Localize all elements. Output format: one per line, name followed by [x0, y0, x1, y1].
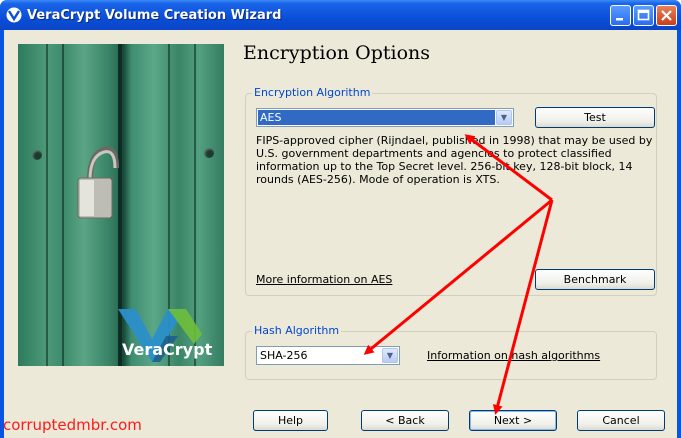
hash-info-link[interactable]: Information on hash algorithms: [427, 349, 600, 362]
hash-algorithm-value: SHA-256: [260, 349, 308, 362]
help-button[interactable]: Help: [253, 410, 328, 431]
chevron-down-icon[interactable]: ▼: [496, 110, 512, 125]
hash-algorithm-select[interactable]: SHA-256 ▼: [256, 346, 400, 365]
page-title: Encryption Options: [243, 42, 431, 64]
wizard-side-image: VeraCrypt: [18, 44, 224, 366]
encryption-algorithm-label: Encryption Algorithm: [252, 86, 373, 99]
maximize-icon: [637, 9, 650, 21]
cancel-button[interactable]: Cancel: [577, 410, 665, 431]
hash-algorithm-label: Hash Algorithm: [252, 324, 342, 337]
maximize-button[interactable]: [633, 5, 654, 26]
veracrypt-logo-icon: [6, 7, 22, 23]
wizard-client-area: VeraCrypt Encryption Options Encryption …: [4, 30, 677, 438]
test-button[interactable]: Test: [535, 107, 655, 128]
benchmark-button[interactable]: Benchmark: [535, 269, 655, 290]
veracrypt-logo-text: VeraCrypt: [122, 340, 213, 359]
encryption-algorithm-value: AES: [258, 110, 495, 125]
next-button[interactable]: Next >: [469, 410, 557, 431]
minimize-icon: [616, 18, 623, 21]
title-bar[interactable]: VeraCrypt Volume Creation Wizard: [0, 0, 681, 30]
chevron-down-icon[interactable]: ▼: [382, 348, 398, 363]
more-info-aes-link[interactable]: More information on AES: [256, 273, 392, 286]
close-icon: [661, 10, 672, 21]
veracrypt-logo-mark: [118, 309, 202, 362]
encryption-description: FIPS-approved cipher (Rijndael, publishe…: [256, 134, 653, 186]
encryption-algorithm-select[interactable]: AES ▼: [256, 108, 514, 127]
back-button[interactable]: < Back: [361, 410, 449, 431]
minimize-button[interactable]: [610, 5, 631, 26]
close-button[interactable]: [656, 5, 677, 26]
window-title: VeraCrypt Volume Creation Wizard: [27, 8, 282, 23]
watermark-text: corruptedmbr.com: [3, 416, 142, 434]
wizard-window: VeraCrypt Volume Creation Wizard VeraCry…: [0, 0, 681, 438]
